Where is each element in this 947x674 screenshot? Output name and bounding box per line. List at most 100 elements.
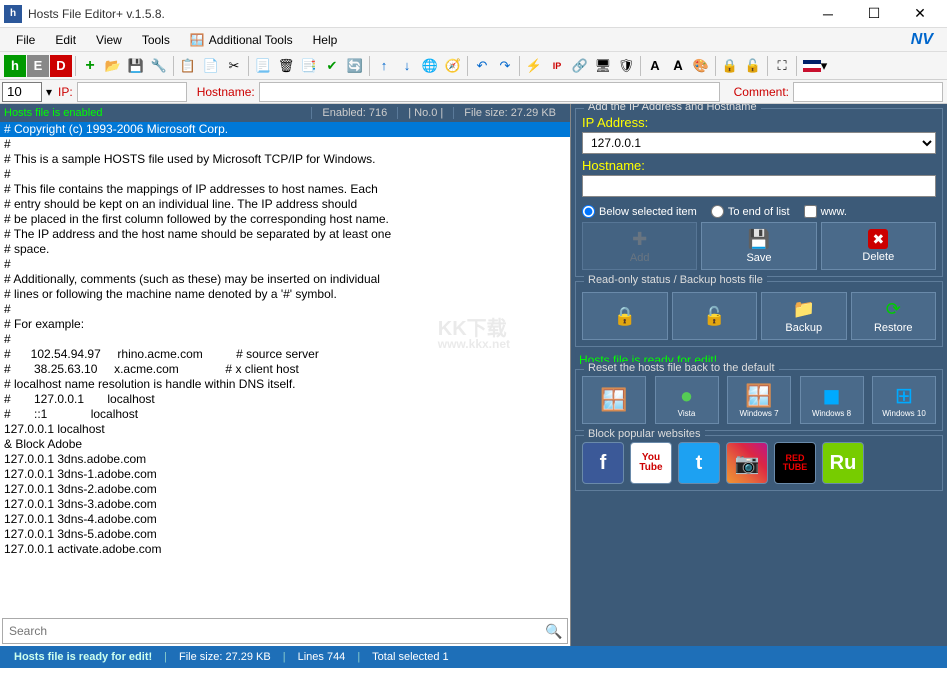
delete-line-icon[interactable]: 🗑 bbox=[275, 55, 297, 77]
editor-line[interactable]: # localhost name resolution is handle wi… bbox=[0, 377, 570, 392]
menu-view[interactable]: View bbox=[86, 30, 132, 50]
editor-line[interactable]: # bbox=[0, 137, 570, 152]
reset-vista-button[interactable]: ●Vista bbox=[655, 376, 719, 424]
reset-win10-button[interactable]: ⊞Windows 10 bbox=[872, 376, 936, 424]
color-icon[interactable]: 🎨 bbox=[690, 55, 712, 77]
delete-button[interactable]: ✖ Delete bbox=[821, 222, 936, 270]
menu-help[interactable]: Help bbox=[303, 30, 348, 50]
editor-line[interactable]: # bbox=[0, 302, 570, 317]
flush-dns-icon[interactable]: ⚡ bbox=[523, 55, 545, 77]
editor-line[interactable]: # For example: bbox=[0, 317, 570, 332]
network-icon[interactable]: 🔗 bbox=[569, 55, 591, 77]
editor-line[interactable]: # 127.0.0.1 localhost bbox=[0, 392, 570, 407]
block-twitter-button[interactable]: t bbox=[678, 442, 720, 484]
copy-icon[interactable]: 📋 bbox=[177, 55, 199, 77]
save-button[interactable]: 💾 Save bbox=[701, 222, 816, 270]
editor-line[interactable]: 127.0.0.1 3dns-2.adobe.com bbox=[0, 482, 570, 497]
menu-tools[interactable]: Tools bbox=[132, 30, 180, 50]
block-rutracker-button[interactable]: Ru bbox=[822, 442, 864, 484]
duplicate-icon[interactable]: 📑 bbox=[298, 55, 320, 77]
editor-line[interactable]: # Additionally, comments (such as these)… bbox=[0, 272, 570, 287]
block-instagram-button[interactable]: 📷 bbox=[726, 442, 768, 484]
backup-button[interactable]: 📁Backup bbox=[761, 292, 847, 340]
editor-line[interactable]: 127.0.0.1 3dns-1.adobe.com bbox=[0, 467, 570, 482]
block-facebook-button[interactable]: f bbox=[582, 442, 624, 484]
redo-icon[interactable]: ↷ bbox=[494, 55, 516, 77]
shield-icon[interactable]: 🛡 bbox=[615, 55, 637, 77]
globe-icon[interactable]: 🌐 bbox=[419, 55, 441, 77]
block-redtube-button[interactable]: REDTUBE bbox=[774, 442, 816, 484]
hosts-editor[interactable]: KK下载 www.kkx.net # Copyright (c) 1993-20… bbox=[0, 122, 570, 616]
search-icon[interactable]: 🔍 bbox=[541, 619, 567, 643]
maximize-button[interactable]: ☐ bbox=[851, 0, 897, 28]
language-flag-icon[interactable]: ▾ bbox=[800, 55, 830, 77]
paste-icon[interactable]: 📄 bbox=[200, 55, 222, 77]
editor-line[interactable]: # bbox=[0, 332, 570, 347]
check-icon[interactable]: ✔ bbox=[321, 55, 343, 77]
ip-address-input[interactable]: 127.0.0.1 bbox=[582, 132, 936, 154]
tools-icon[interactable]: 🔧 bbox=[148, 55, 170, 77]
unlock-readonly-button[interactable]: 🔓 bbox=[672, 292, 758, 340]
reset-win8-button[interactable]: ◼Windows 8 bbox=[800, 376, 864, 424]
save-icon[interactable]: 💾 bbox=[125, 55, 147, 77]
editor-line[interactable]: # This file contains the mappings of IP … bbox=[0, 182, 570, 197]
new-doc-icon[interactable]: 📃 bbox=[252, 55, 274, 77]
editor-line[interactable]: 127.0.0.1 3dns.adobe.com bbox=[0, 452, 570, 467]
editor-line[interactable]: & Block Adobe bbox=[0, 437, 570, 452]
editor-line[interactable]: # Copyright (c) 1993-2006 Microsoft Corp… bbox=[0, 122, 570, 137]
minimize-button[interactable]: ─ bbox=[805, 0, 851, 28]
editor-line[interactable]: # bbox=[0, 257, 570, 272]
unlock-icon[interactable]: 🔓 bbox=[742, 55, 764, 77]
restore-button[interactable]: ⟳Restore bbox=[851, 292, 937, 340]
hosts-h-button[interactable]: h bbox=[4, 55, 26, 77]
search-input[interactable] bbox=[3, 620, 541, 642]
monitor-icon[interactable]: 🖥 bbox=[592, 55, 614, 77]
browser-icon[interactable]: 🧭 bbox=[442, 55, 464, 77]
editor-line[interactable]: # space. bbox=[0, 242, 570, 257]
reset-win7-button[interactable]: 🪟Windows 7 bbox=[727, 376, 791, 424]
cut-icon[interactable]: ✂ bbox=[223, 55, 245, 77]
editor-line[interactable]: 127.0.0.1 localhost bbox=[0, 422, 570, 437]
number-dropdown-icon[interactable]: ▾ bbox=[44, 85, 54, 99]
add-button[interactable]: ✚ Add bbox=[582, 222, 697, 270]
disable-d-button[interactable]: D bbox=[50, 55, 72, 77]
menu-additional-tools[interactable]: 🪟 Additional Tools bbox=[180, 30, 303, 50]
fullscreen-icon[interactable]: ⛶ bbox=[771, 55, 793, 77]
editor-line[interactable]: # This is a sample HOSTS file used by Mi… bbox=[0, 152, 570, 167]
editor-line[interactable]: 127.0.0.1 3dns-5.adobe.com bbox=[0, 527, 570, 542]
filter-comment-input[interactable] bbox=[793, 82, 943, 102]
hostname-input[interactable] bbox=[582, 175, 936, 197]
menu-edit[interactable]: Edit bbox=[45, 30, 86, 50]
editor-line[interactable]: # ::1 localhost bbox=[0, 407, 570, 422]
menu-file[interactable]: File bbox=[6, 30, 45, 50]
line-number-input[interactable] bbox=[2, 82, 42, 102]
editor-line[interactable]: # entry should be kept on an individual … bbox=[0, 197, 570, 212]
editor-line[interactable]: 127.0.0.1 3dns-3.adobe.com bbox=[0, 497, 570, 512]
reset-xp-button[interactable]: 🪟 bbox=[582, 376, 646, 424]
move-down-icon[interactable]: ↓ bbox=[396, 55, 418, 77]
editor-line[interactable]: 127.0.0.1 activate.adobe.com bbox=[0, 542, 570, 557]
close-button[interactable]: ✕ bbox=[897, 0, 943, 28]
filter-hostname-input[interactable] bbox=[259, 82, 720, 102]
lock-icon[interactable]: 🔒 bbox=[719, 55, 741, 77]
editor-line[interactable]: 127.0.0.1 3dns-4.adobe.com bbox=[0, 512, 570, 527]
radio-below-selected[interactable]: Below selected item bbox=[582, 205, 697, 218]
undo-icon[interactable]: ↶ bbox=[471, 55, 493, 77]
ip-icon[interactable]: IP bbox=[546, 55, 568, 77]
block-youtube-button[interactable]: YouTube bbox=[630, 442, 672, 484]
checkbox-www[interactable]: www. bbox=[804, 205, 847, 218]
editor-line[interactable]: # be placed in the first column followed… bbox=[0, 212, 570, 227]
radio-end-of-list[interactable]: To end of list bbox=[711, 205, 790, 218]
editor-line[interactable]: # bbox=[0, 167, 570, 182]
editor-line[interactable]: # The IP address and the host name shoul… bbox=[0, 227, 570, 242]
editor-line[interactable]: # 102.54.94.97 rhino.acme.com # source s… bbox=[0, 347, 570, 362]
open-folder-icon[interactable]: 📂 bbox=[102, 55, 124, 77]
editor-line[interactable]: # lines or following the machine name de… bbox=[0, 287, 570, 302]
editor-line[interactable]: # 38.25.63.10 x.acme.com # x client host bbox=[0, 362, 570, 377]
add-icon[interactable]: + bbox=[79, 55, 101, 77]
filter-ip-input[interactable] bbox=[77, 82, 187, 102]
move-up-icon[interactable]: ↑ bbox=[373, 55, 395, 77]
refresh-icon[interactable]: 🔄 bbox=[344, 55, 366, 77]
font-icon[interactable]: 𝐀 bbox=[667, 55, 689, 77]
text-size-icon[interactable]: A bbox=[644, 55, 666, 77]
